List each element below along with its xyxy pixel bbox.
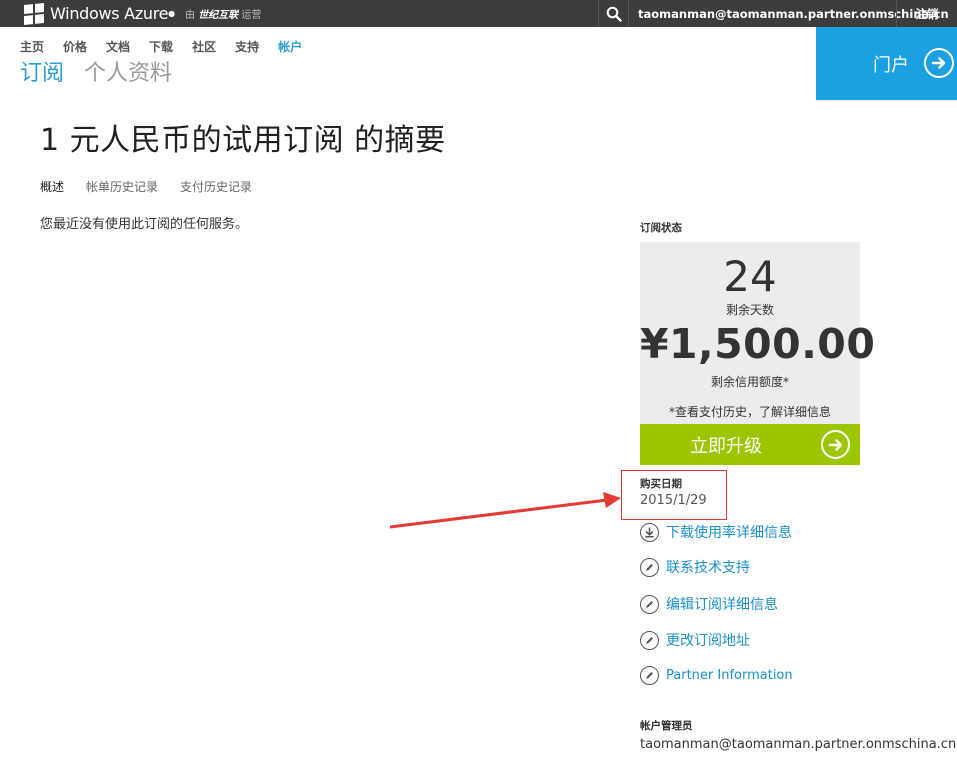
link-label: 更改订阅地址	[666, 633, 750, 649]
remaining-days-label: 剩余天数	[725, 303, 774, 317]
upgrade-label: 立即升级	[690, 436, 762, 457]
sub-nav: 订阅 个人资料	[20, 55, 172, 87]
summary-tabs: 概述 帐单历史记录 支付历史记录	[40, 178, 252, 195]
change-subscription-address-link[interactable]: 更改订阅地址	[640, 630, 750, 650]
nav-item-home[interactable]: 主页	[20, 38, 44, 55]
operator-note: 由 世纪互联 运营	[185, 6, 261, 21]
tab-overview[interactable]: 概述	[40, 178, 64, 195]
portal-label: 门户	[873, 55, 909, 76]
pencil-icon	[640, 630, 659, 650]
arrow-right-icon	[821, 430, 850, 459]
subnav-item-subscriptions[interactable]: 订阅	[20, 55, 64, 87]
nav-item-docs[interactable]: 文档	[106, 38, 130, 55]
page-title: 1 元人民币的试用订阅 的摘要	[40, 123, 446, 158]
brand-registered-mark: ●	[168, 9, 176, 18]
contact-support-link[interactable]: 联系技术支持	[640, 557, 750, 577]
account-admin-label: 帐户管理员	[640, 720, 693, 732]
signout-button[interactable]: 注销	[896, 0, 957, 27]
nav-item-account[interactable]: 帐户	[278, 38, 302, 55]
operator-prefix: 由	[185, 10, 195, 21]
subscription-status-heading: 订阅状态	[640, 222, 682, 234]
search-icon	[606, 6, 622, 22]
tab-billing-history[interactable]: 帐单历史记录	[86, 178, 158, 195]
edit-subscription-details-link[interactable]: 编辑订阅详细信息	[640, 594, 778, 614]
link-label: 下载使用率详细信息	[666, 525, 792, 541]
main-nav: 主页 价格 文档 下载 社区 支持 帐户	[20, 38, 302, 55]
pencil-icon	[640, 666, 659, 685]
remaining-days-value: 24	[723, 252, 777, 301]
payment-history-note[interactable]: *查看支付历史，了解详细信息	[640, 403, 860, 420]
brand-name: Windows Azure	[50, 4, 169, 23]
operator-name: 世纪互联	[198, 10, 239, 21]
tab-payment-history[interactable]: 支付历史记录	[180, 178, 252, 195]
operator-suffix: 运营	[241, 10, 262, 21]
remaining-credit-value: ¥1,500.00	[640, 320, 876, 368]
partner-information-link[interactable]: Partner Information	[640, 666, 793, 685]
brand[interactable]: Windows Azure ●	[24, 2, 175, 25]
remaining-credit-label: 剩余信用额度*	[710, 375, 789, 389]
no-usage-message: 您最近没有使用此订阅的任何服务。	[40, 217, 249, 232]
upgrade-now-button[interactable]: 立即升级	[640, 424, 860, 465]
download-icon	[640, 522, 659, 542]
pencil-icon	[640, 557, 659, 577]
portal-button[interactable]: 门户	[816, 27, 957, 100]
subnav-item-profile[interactable]: 个人资料	[84, 55, 172, 87]
link-label: 编辑订阅详细信息	[666, 597, 778, 613]
pencil-icon	[640, 594, 659, 614]
nav-item-downloads[interactable]: 下载	[149, 38, 173, 55]
nav-item-support[interactable]: 支持	[235, 38, 259, 55]
annotation-arrow	[389, 492, 621, 529]
nav-item-community[interactable]: 社区	[192, 38, 216, 55]
user-email[interactable]: taomanman@taomanman.partner.onmschina.cn	[628, 0, 949, 27]
arrow-right-icon	[924, 48, 954, 78]
account-admin-email: taomanman@taomanman.partner.onmschina.cn	[640, 737, 957, 752]
link-label: Partner Information	[666, 668, 793, 683]
subscription-status-card: 24 剩余天数 ¥1,500.00 剩余信用额度* *查看支付历史，了解详细信息	[640, 242, 876, 424]
top-bar: Windows Azure ● 由 世纪互联 运营 taomanman@taom…	[0, 0, 957, 27]
link-label: 联系技术支持	[666, 560, 750, 576]
download-usage-link[interactable]: 下载使用率详细信息	[640, 522, 792, 542]
search-button[interactable]	[598, 0, 628, 27]
windows-logo-icon	[24, 2, 44, 25]
nav-item-pricing[interactable]: 价格	[63, 38, 87, 55]
